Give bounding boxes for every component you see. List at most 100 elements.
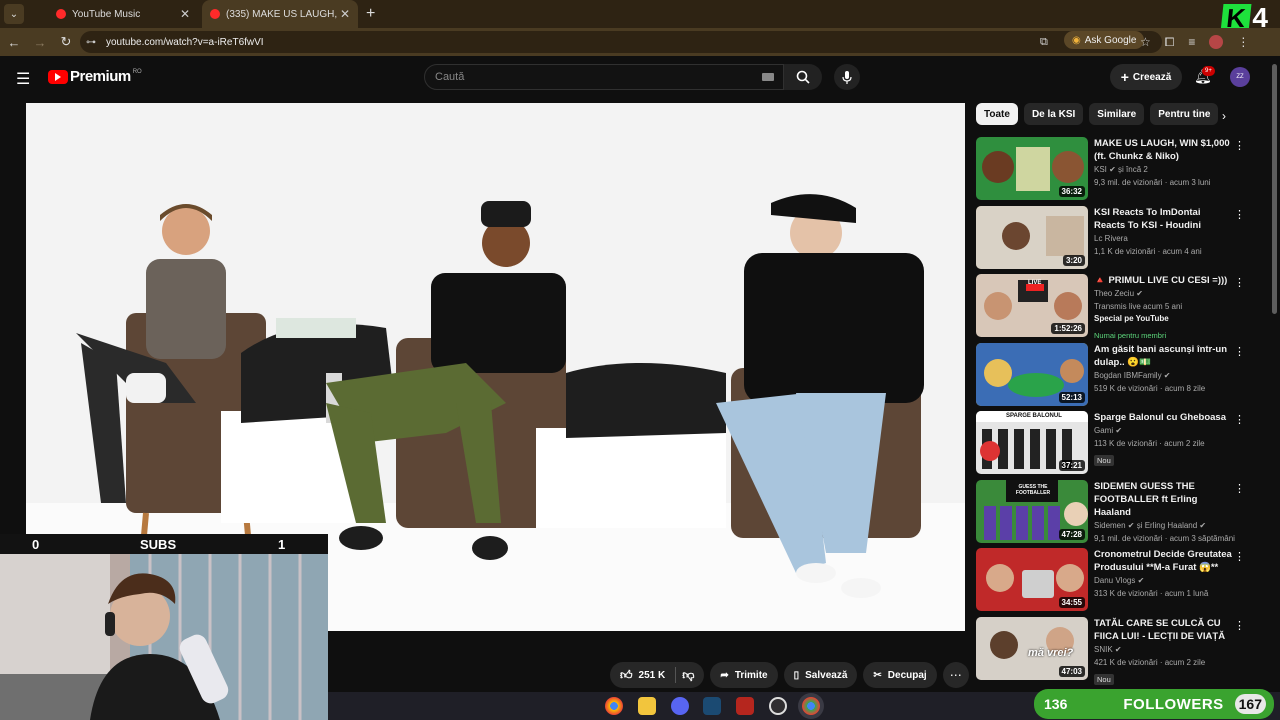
tab-active-video[interactable]: (335) MAKE US LAUGH, WIN $1 ✕: [202, 0, 358, 28]
related-video[interactable]: LIVE 1:52:26 🔺 PRIMUL LIVE CU CESI =))) …: [976, 274, 1248, 343]
video-meta: 519 K de vizionări · acum 8 zile: [1094, 383, 1206, 393]
channel-name[interactable]: Theo Zeciu ✔: [1094, 287, 1234, 300]
channel-name[interactable]: SNIK ✔: [1094, 643, 1234, 656]
profile-avatar[interactable]: [1209, 35, 1224, 49]
video-editor-icon[interactable]: [736, 697, 754, 715]
search-input[interactable]: Caută: [424, 64, 784, 90]
video-thumbnail[interactable]: mă vrei? 47:03: [976, 616, 1088, 680]
notification-badge: 9+: [1202, 66, 1215, 76]
chevron-right-icon[interactable]: ›: [1222, 109, 1226, 123]
more-vert-icon[interactable]: ⋮: [1234, 413, 1245, 426]
steam-icon[interactable]: [703, 697, 721, 715]
video-thumbnail[interactable]: 52:13: [976, 342, 1088, 406]
share-button[interactable]: ➦ Trimite: [710, 662, 778, 688]
chip-for-you[interactable]: Pentru tine: [1150, 103, 1219, 125]
related-video[interactable]: 34:55 Cronometrul Decide Greutatea Produ…: [976, 548, 1248, 617]
back-icon[interactable]: ←: [2, 30, 26, 54]
youtube-premium-logo[interactable]: Premium RO: [48, 68, 142, 85]
video-title[interactable]: KSI Reacts To ImDontai Reacts To KSI - H…: [1094, 206, 1234, 232]
tab-search-button[interactable]: ⌄: [4, 4, 24, 24]
video-thumbnail[interactable]: LIVE 1:52:26: [976, 274, 1088, 337]
thumbs-down-icon[interactable]: 👎︎: [682, 668, 694, 683]
bookmark-star-icon[interactable]: ☆: [1140, 35, 1151, 49]
subs-right-count: 1: [278, 536, 286, 552]
video-title[interactable]: 🔺 PRIMUL LIVE CU CESI =))): [1094, 274, 1234, 287]
save-button[interactable]: ▯ Salvează: [783, 662, 858, 688]
video-title[interactable]: SIDEMEN GUESS THE FOOTBALLER ft Erling H…: [1094, 480, 1234, 519]
related-video[interactable]: 3:20 KSI Reacts To ImDontai Reacts To KS…: [976, 205, 1248, 275]
video-title[interactable]: Cronometrul Decide Greutatea Produsului …: [1094, 548, 1234, 574]
obs-icon[interactable]: [769, 697, 787, 715]
file-explorer-icon[interactable]: [638, 697, 656, 715]
video-thumbnail[interactable]: GUESS THE FOOTBALLER 47:28: [976, 479, 1088, 543]
chip-all[interactable]: Toate: [976, 103, 1018, 125]
more-vert-icon[interactable]: ⋮: [1234, 139, 1245, 152]
page-scrollbar[interactable]: [1272, 64, 1277, 314]
keyboard-icon[interactable]: [762, 73, 774, 81]
reading-list-icon[interactable]: ≡: [1188, 35, 1195, 49]
chrome-icon[interactable]: [605, 697, 623, 715]
related-video[interactable]: 52:13 Am găsit bani ascunși într-un dula…: [976, 342, 1248, 412]
related-video[interactable]: 36:32 MAKE US LAUGH, WIN $1,000 (ft. Chu…: [976, 137, 1248, 206]
video-thumbnail[interactable]: 34:55: [976, 548, 1088, 611]
video-info: SIDEMEN GUESS THE FOOTBALLER ft Erling H…: [1094, 480, 1235, 545]
browser-menu-icon[interactable]: ⋮: [1237, 35, 1249, 49]
video-thumbnail[interactable]: SPARGE BALONUL 37:21: [976, 411, 1088, 474]
thumbnail-overlay-text: mă vrei?: [1028, 646, 1074, 659]
channel-name[interactable]: KSI ✔ și încă 2: [1094, 163, 1234, 176]
plus-icon: +: [1120, 69, 1129, 85]
ask-google-button[interactable]: ◉ Ask Google: [1064, 31, 1145, 49]
chip-related[interactable]: Similare: [1089, 103, 1145, 125]
reload-icon[interactable]: ↻: [54, 30, 78, 54]
tab-youtube-music[interactable]: YouTube Music ✕: [48, 0, 198, 28]
more-actions-icon[interactable]: ⋯: [942, 662, 969, 688]
search-button[interactable]: [784, 64, 822, 90]
special-label: Special pe YouTube: [1094, 314, 1169, 323]
more-vert-icon[interactable]: ⋮: [1234, 619, 1245, 632]
chip-from-ksi[interactable]: De la KSI: [1023, 103, 1084, 125]
like-button[interactable]: 👍︎ 251 K 👎︎: [610, 662, 705, 688]
related-video[interactable]: mă vrei? 47:03 TATĂL CARE SE CULCĂ CU FI…: [976, 616, 1248, 686]
new-tab-button[interactable]: +: [366, 5, 375, 23]
video-title[interactable]: MAKE US LAUGH, WIN $1,000 (ft. Chunkz & …: [1094, 137, 1234, 163]
chrome-active-icon[interactable]: [802, 697, 820, 715]
video-duration: 1:52:26: [1051, 323, 1085, 334]
video-thumbnail[interactable]: 3:20: [976, 205, 1088, 269]
video-title[interactable]: Sparge Balonul cu Gheboasa: [1094, 411, 1234, 424]
account-avatar[interactable]: ZZ: [1230, 67, 1250, 87]
video-info: KSI Reacts To ImDontai Reacts To KSI - H…: [1094, 206, 1234, 258]
channel-name[interactable]: Bogdan IBMFamily ✔: [1094, 369, 1234, 382]
webcam-image: [0, 534, 328, 720]
more-vert-icon[interactable]: ⋮: [1234, 345, 1245, 358]
more-vert-icon[interactable]: ⋮: [1234, 550, 1245, 563]
close-icon[interactable]: ✕: [340, 7, 350, 21]
url-field[interactable]: ⊶ youtube.com/watch?v=a-iReT6fwVI: [80, 31, 1162, 53]
discord-icon[interactable]: [671, 697, 689, 715]
video-info: 🔺 PRIMUL LIVE CU CESI =))) Theo Zeciu ✔ …: [1094, 274, 1234, 343]
more-vert-icon[interactable]: ⋮: [1234, 276, 1245, 289]
close-icon[interactable]: ✕: [180, 7, 190, 21]
extensions-icon[interactable]: ⧠: [1165, 35, 1175, 50]
voice-search-button[interactable]: [834, 64, 860, 90]
related-video[interactable]: GUESS THE FOOTBALLER 47:28 SIDEMEN GUESS…: [976, 479, 1248, 549]
more-vert-icon[interactable]: ⋮: [1234, 208, 1245, 221]
divider: [675, 667, 677, 683]
channel-name[interactable]: Gami ✔: [1094, 424, 1234, 437]
video-title[interactable]: Am găsit bani ascunși într-un dulap.. 😮💵: [1094, 343, 1234, 369]
forward-icon[interactable]: →: [28, 30, 52, 54]
create-button[interactable]: + Creează: [1110, 64, 1182, 90]
channel-name[interactable]: Danu Vlogs ✔: [1094, 574, 1234, 587]
video-duration: 3:20: [1062, 254, 1085, 266]
menu-icon[interactable]: ☰: [16, 69, 30, 89]
site-info-icon[interactable]: ⊶: [86, 37, 100, 48]
clip-button[interactable]: ✂ Decupaj: [863, 662, 937, 688]
search-placeholder: Caută: [435, 71, 465, 83]
video-duration: 34:55: [1058, 597, 1085, 608]
more-vert-icon[interactable]: ⋮: [1234, 482, 1245, 495]
channel-name[interactable]: Sidemen ✔ și Erling Haaland ✔: [1094, 519, 1234, 532]
video-title[interactable]: TATĂL CARE SE CULCĂ CU FIICA LUI! - LECȚ…: [1094, 617, 1234, 643]
video-thumbnail[interactable]: 36:32: [976, 137, 1088, 200]
install-icon[interactable]: ⧉: [1040, 28, 1048, 56]
related-video[interactable]: SPARGE BALONUL 37:21 Sparge Balonul cu G…: [976, 411, 1248, 480]
channel-name[interactable]: Lc Rivera: [1094, 232, 1234, 245]
